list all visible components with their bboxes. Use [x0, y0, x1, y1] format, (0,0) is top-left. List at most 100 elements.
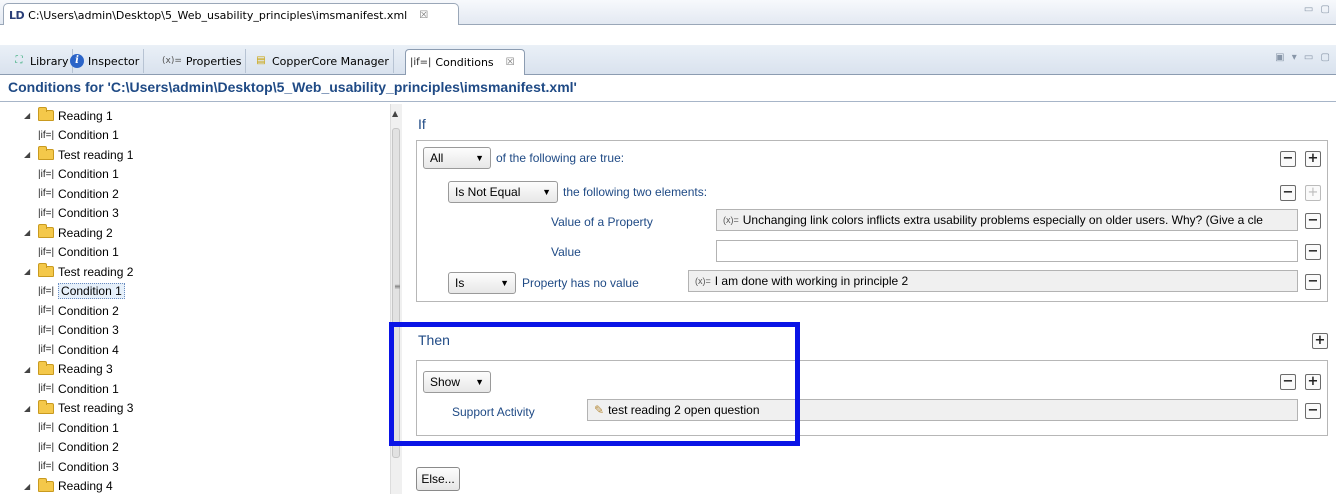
- property-icon: (x)=: [695, 276, 711, 286]
- editor-tab-imsmanifest[interactable]: LD C:\Users\admin\Desktop\5_Web_usabilit…: [3, 3, 459, 26]
- chevron-down-icon: ▼: [500, 278, 509, 288]
- tree-condition-item[interactable]: |if=| Condition 2: [38, 438, 119, 457]
- all-of-following-text: of the following are true:: [496, 151, 625, 165]
- tab-conditions[interactable]: |if=| Conditions ☒: [405, 49, 525, 75]
- tree-condition-item[interactable]: |if=| Condition 1: [38, 418, 119, 437]
- tree-item-label: Reading 2: [58, 225, 113, 240]
- remove-button[interactable]: −: [1305, 213, 1321, 229]
- tree-item-label: Condition 2: [58, 186, 119, 201]
- title-divider: [0, 101, 1336, 102]
- expand-icon[interactable]: ◢: [24, 365, 34, 374]
- tree-folder-item[interactable]: ◢ Test reading 2: [24, 262, 133, 281]
- value-input[interactable]: [716, 240, 1298, 262]
- tree-folder-item[interactable]: ◢ Test reading 3: [24, 399, 133, 418]
- close-icon[interactable]: ☒: [506, 57, 515, 68]
- tree-folder-item[interactable]: ◢ Reading 2: [24, 223, 113, 242]
- tree-condition-item[interactable]: |if=| Condition 3: [38, 204, 119, 223]
- editor-tab-title: C:\Users\admin\Desktop\5_Web_usability_p…: [28, 8, 408, 22]
- tab-inspector[interactable]: i Inspector: [66, 49, 145, 73]
- folder-icon: [38, 477, 54, 492]
- following-two-elements-text: the following two elements:: [563, 185, 708, 199]
- value-of-property-field[interactable]: (x)= Unchanging link colors inflicts ext…: [716, 209, 1298, 231]
- value-label: Value: [551, 245, 581, 259]
- tree-folder-item[interactable]: ◢ Reading 3: [24, 360, 113, 379]
- conditions-tree[interactable]: ◢ Reading 1 |if=| Condition 1 ◢ Test reading …: [0, 104, 382, 494]
- tree-condition-item[interactable]: |if=| Condition 1: [38, 165, 119, 184]
- editor-tab-bar: LD C:\Users\admin\Desktop\5_Web_usabilit…: [0, 0, 1336, 26]
- tree-item-label: Reading 3: [58, 362, 113, 376]
- view-menu-icons[interactable]: ▣ ▾ ▭ ▢: [1275, 52, 1332, 63]
- is-combo[interactable]: Is ▼: [448, 272, 516, 294]
- remove-button[interactable]: −: [1280, 374, 1296, 390]
- tab-properties[interactable]: (x)= Properties: [158, 49, 247, 73]
- tree-condition-item[interactable]: |if=| Condition 2: [38, 301, 119, 320]
- tree-condition-item[interactable]: |if=| Condition 1: [38, 379, 119, 398]
- spacer: [0, 25, 1336, 45]
- tree-condition-item[interactable]: |if=| Condition 4: [38, 340, 119, 359]
- add-button[interactable]: +: [1305, 151, 1321, 167]
- is-not-equal-combo[interactable]: Is Not Equal ▼: [448, 181, 558, 203]
- tree-condition-item[interactable]: |if=| Condition 1: [38, 243, 119, 262]
- tree-item-label: Reading 1: [58, 108, 113, 123]
- condition-icon: |if=|: [38, 246, 55, 258]
- remove-button[interactable]: −: [1305, 403, 1321, 419]
- minimize-maximize-icons[interactable]: ▭ ▢: [1304, 4, 1332, 15]
- expand-icon[interactable]: ◢: [24, 482, 34, 491]
- tree-condition-item[interactable]: |if=| Condition 3: [38, 457, 119, 476]
- tree-item-label: Condition 3: [58, 323, 119, 337]
- tree-condition-item[interactable]: |if=| Condition 3: [38, 321, 119, 340]
- folder-icon: [38, 399, 54, 414]
- no-value-property-value: I am done with working in principle 2: [714, 274, 909, 288]
- is-combo-value: Is: [455, 276, 465, 290]
- page-title: Conditions for 'C:\Users\admin\Desktop\5…: [8, 79, 577, 95]
- remove-button[interactable]: −: [1280, 185, 1296, 201]
- expand-icon[interactable]: ◢: [24, 267, 34, 276]
- tab-inspector-label: Inspector: [88, 54, 140, 68]
- all-combo-value: All: [430, 151, 444, 165]
- condition-icon: |if=|: [38, 461, 55, 472]
- expand-icon[interactable]: ◢: [24, 404, 34, 413]
- tab-library[interactable]: ⛶ Library: [8, 49, 74, 73]
- add-action-button[interactable]: +: [1312, 333, 1328, 349]
- expand-icon[interactable]: ◢: [24, 228, 34, 237]
- properties-icon: (x)=: [162, 56, 182, 66]
- condition-icon: |if=|: [38, 344, 55, 355]
- chevron-down-icon: ▼: [542, 187, 551, 197]
- tree-folder-item[interactable]: ◢ Test reading 1: [24, 145, 133, 164]
- tree-item-label: Condition 4: [58, 342, 119, 357]
- tree-item-label: Test reading 3: [58, 401, 134, 415]
- ld-app-icon: LD: [9, 8, 25, 22]
- value-of-property-value: Unchanging link colors inflicts extra us…: [742, 213, 1263, 227]
- tree-folder-item[interactable]: ◢ Reading 1: [24, 106, 113, 125]
- no-value-property-field[interactable]: (x)= I am done with working in principle…: [688, 270, 1298, 292]
- expand-icon[interactable]: ◢: [24, 150, 34, 159]
- grip-icon: ≡: [394, 282, 401, 291]
- tree-item-label: Condition 1: [58, 420, 119, 435]
- add-button[interactable]: +: [1305, 374, 1321, 390]
- highlight-annotation: [389, 322, 800, 446]
- tree-condition-item-selected[interactable]: |if=| Condition 1: [38, 282, 125, 301]
- tree-item-label: Condition 1: [58, 381, 119, 396]
- tree-item-label: Test reading 2: [58, 264, 134, 279]
- folder-icon: [38, 360, 54, 375]
- is-not-equal-combo-value: Is Not Equal: [455, 185, 521, 199]
- else-button[interactable]: Else...: [416, 467, 460, 491]
- remove-button[interactable]: −: [1305, 244, 1321, 260]
- tree-folder-item[interactable]: ◢ Reading 4: [24, 477, 113, 494]
- tree-item-label: Condition 2: [58, 303, 119, 318]
- value-of-property-label: Value of a Property: [551, 215, 653, 229]
- close-icon[interactable]: ☒: [419, 10, 428, 21]
- tree-condition-item[interactable]: |if=| Condition 1: [38, 126, 119, 145]
- tab-coppercore-manager[interactable]: ▤ CopperCore Manager: [250, 49, 394, 73]
- tab-coppercore-label: CopperCore Manager: [272, 54, 389, 68]
- tab-conditions-label: Conditions: [435, 56, 494, 69]
- remove-button[interactable]: −: [1305, 274, 1321, 290]
- info-icon: i: [70, 54, 84, 68]
- expand-icon[interactable]: ◢: [24, 111, 34, 120]
- tree-condition-item[interactable]: |if=| Condition 2: [38, 184, 119, 203]
- tree-item-label: Reading 4: [58, 479, 113, 493]
- scroll-up-icon[interactable]: ▲: [392, 109, 398, 118]
- property-has-no-value-text: Property has no value: [522, 276, 639, 290]
- all-combo[interactable]: All ▼: [423, 147, 491, 169]
- remove-button[interactable]: −: [1280, 151, 1296, 167]
